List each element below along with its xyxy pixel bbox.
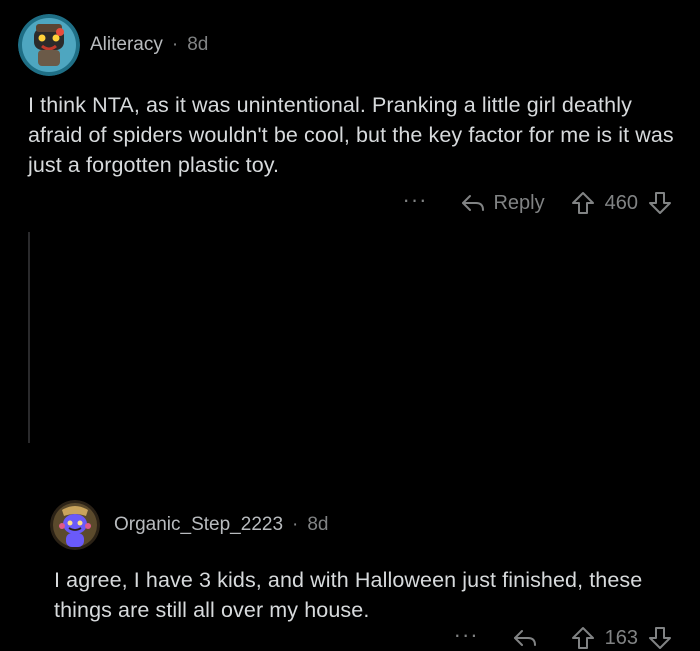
avatar[interactable] — [18, 14, 80, 76]
reply-button[interactable]: Reply — [461, 191, 545, 215]
username[interactable]: Organic_Step_2223 — [114, 514, 283, 536]
more-dots-icon[interactable]: ··· — [403, 187, 428, 213]
comment-header: Aliteracy · 8d — [18, 14, 208, 76]
reply-arrow-icon — [462, 195, 485, 211]
comment-meta: Organic_Step_2223 · 8d — [114, 514, 328, 536]
upvote-arrow-icon[interactable] — [571, 191, 595, 215]
vote-control: 460 — [571, 191, 672, 215]
comment-actions: ··· Reply 460 — [403, 187, 673, 216]
reply-arrow-icon — [513, 630, 536, 646]
comment-age: 8d — [307, 514, 329, 535]
avatar-image — [50, 500, 100, 550]
comment-reply: Organic_Step_2223 · 8d I agree, I have 3… — [0, 240, 700, 649]
comment: Aliteracy · 8d I think NTA, as it was un… — [0, 0, 700, 240]
comment-age: 8d — [187, 34, 209, 55]
more-dots-icon[interactable]: ··· — [454, 622, 479, 648]
comment-actions: ··· 163 — [454, 622, 672, 651]
downvote-arrow-icon[interactable] — [648, 191, 672, 215]
username[interactable]: Aliteracy — [90, 34, 163, 56]
comment-header: Organic_Step_2223 · 8d — [50, 500, 328, 550]
avatar[interactable] — [50, 500, 100, 550]
comment-body: I think NTA, as it was unintentional. Pr… — [28, 93, 674, 177]
comment-body: I agree, I have 3 kids, and with Hallowe… — [54, 568, 643, 622]
downvote-arrow-icon[interactable] — [648, 626, 672, 650]
reply-label: Reply — [493, 191, 545, 214]
vote-score: 460 — [604, 191, 638, 214]
comment-meta: Aliteracy · 8d — [90, 34, 208, 56]
vote-score: 163 — [604, 626, 638, 649]
upvote-arrow-icon[interactable] — [571, 626, 595, 650]
meta-separator: · — [292, 514, 299, 535]
reply-button[interactable] — [513, 628, 545, 648]
vote-control: 163 — [571, 626, 672, 650]
meta-separator: · — [171, 34, 179, 55]
avatar-image — [18, 14, 80, 76]
